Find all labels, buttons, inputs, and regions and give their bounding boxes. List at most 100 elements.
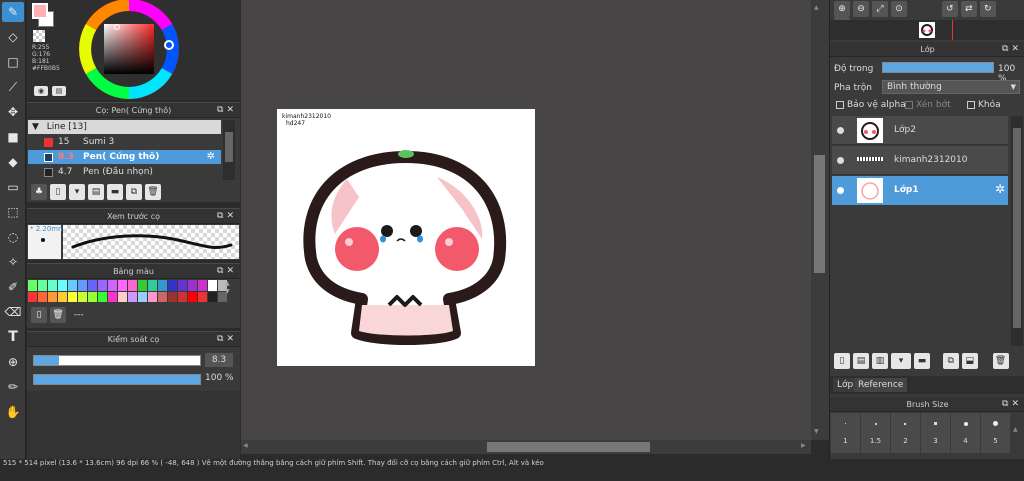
horizontal-scroll-thumb[interactable] — [487, 442, 650, 452]
new-layer-icon[interactable]: ▯ — [834, 353, 850, 369]
palette-swatch[interactable] — [88, 291, 97, 302]
palette-swatch[interactable] — [148, 291, 157, 302]
scroll-left-icon[interactable]: ◀ — [243, 442, 248, 449]
gear-icon[interactable]: ✲ — [207, 150, 215, 164]
palette-swatch[interactable] — [188, 280, 197, 291]
scroll-right-icon[interactable]: ▶ — [801, 442, 806, 449]
palette-swatch[interactable] — [88, 280, 97, 291]
palette-delete-icon[interactable]: 🗑 — [50, 307, 66, 323]
brush-item-selected[interactable]: 8.3 Pen( Cứng thô) ✲ — [28, 150, 221, 164]
rect-tool-icon[interactable]: □ — [2, 52, 24, 72]
brush-item[interactable]: 15 Sumi 3 — [28, 135, 221, 149]
lock-option[interactable]: Khóa — [967, 100, 1001, 110]
palette-swatch[interactable] — [68, 291, 77, 302]
brush-menu-icon[interactable]: ▾ — [69, 184, 85, 200]
palette-swatch[interactable] — [38, 291, 47, 302]
layer-row-selected[interactable]: Lớp1 ✲ — [832, 176, 1008, 205]
palette-swatch[interactable] — [138, 280, 147, 291]
move-tool-icon[interactable]: ✥ — [2, 102, 24, 122]
lock-checkbox[interactable] — [967, 101, 975, 109]
palette-swatch[interactable] — [48, 280, 57, 291]
duplicate-layer-icon[interactable]: ⧉ — [942, 353, 959, 369]
layer-menu-icon[interactable]: ▾ — [891, 353, 911, 369]
zoom-in-icon[interactable]: ⊕ — [834, 1, 850, 17]
new-layer-8bit-icon[interactable]: ▤ — [853, 353, 869, 369]
brush-dup-icon[interactable]: ⧉ — [126, 184, 142, 200]
brush-size-cell[interactable]: 1 — [831, 413, 860, 453]
canvas-page[interactable]: kimanh2312010 hd247 — [277, 109, 535, 366]
palette-swatch[interactable] — [168, 291, 177, 302]
line-tool-icon[interactable]: ⟋ — [2, 77, 24, 97]
protect-alpha-option[interactable]: Bảo vệ alpha — [836, 100, 906, 110]
brush-group-row[interactable]: ▼ Line [13] — [28, 120, 221, 134]
color-sliders-button[interactable]: ▤ — [52, 86, 66, 96]
fit-icon[interactable]: ⤢ — [872, 1, 888, 17]
color-wheel[interactable] — [77, 0, 181, 101]
brush-copy-icon[interactable]: ▤ — [88, 184, 104, 200]
palette-swatch[interactable] — [158, 291, 167, 302]
palette-swatch[interactable] — [128, 291, 137, 302]
scroll-up-icon[interactable]: ▲ — [814, 4, 819, 11]
merge-layer-icon[interactable]: ⬓ — [961, 353, 978, 369]
vertical-scroll-thumb[interactable] — [814, 155, 825, 273]
divide-tool-icon[interactable]: ⊕ — [2, 352, 24, 372]
new-layer-1bit-icon[interactable]: ▥ — [872, 353, 888, 369]
select-eraser-tool-icon[interactable]: ⌫ — [2, 302, 24, 322]
palette-swatch[interactable] — [58, 291, 67, 302]
visibility-icon[interactable] — [837, 157, 844, 164]
palette-swatch[interactable] — [48, 291, 57, 302]
palette-swatch[interactable] — [118, 291, 127, 302]
palette-scroll-arrows[interactable]: ▲ ▼ — [225, 280, 235, 302]
palette-swatch[interactable] — [58, 280, 67, 291]
palette-swatch[interactable] — [28, 280, 37, 291]
brush-size-cell[interactable]: 4 — [951, 413, 980, 453]
clipping-checkbox[interactable] — [905, 101, 913, 109]
zoom-out-icon[interactable]: ⊖ — [853, 1, 869, 17]
palette-swatch[interactable] — [208, 280, 217, 291]
flip-icon[interactable]: ⇄ — [960, 1, 977, 17]
palette-swatch[interactable] — [108, 280, 117, 291]
brush-size-scroll[interactable]: ▲▼ — [1013, 413, 1023, 467]
brush-size-value[interactable]: 8.3 — [205, 353, 233, 367]
palette-swatch[interactable] — [98, 280, 107, 291]
palette-swatch[interactable] — [198, 280, 207, 291]
visibility-icon[interactable] — [837, 187, 844, 194]
palette-swatch[interactable] — [138, 291, 147, 302]
canvas-horizontal-scrollbar[interactable]: ◀ ▶ — [241, 440, 811, 454]
gear-icon[interactable]: ✲ — [995, 182, 1005, 196]
select-pen-tool-icon[interactable]: ✐ — [2, 277, 24, 297]
eyedropper-tool-icon[interactable]: ✏ — [2, 377, 24, 397]
scroll-thumb[interactable] — [1013, 128, 1021, 328]
palette-swatch[interactable] — [118, 280, 127, 291]
palette-new-icon[interactable]: ▯ — [31, 307, 47, 323]
palette-swatch[interactable] — [168, 280, 177, 291]
brush-add-icon[interactable]: ♣ — [31, 184, 47, 200]
visibility-icon[interactable] — [837, 127, 844, 134]
palette-swatch[interactable] — [108, 291, 117, 302]
palette-swatch[interactable] — [198, 291, 207, 302]
select-tool-icon[interactable]: ⬚ — [2, 202, 24, 222]
magic-wand-tool-icon[interactable]: ✧ — [2, 252, 24, 272]
palette-swatch[interactable] — [128, 280, 137, 291]
navigator-preview[interactable] — [830, 20, 1024, 40]
canvas-area[interactable]: kimanh2312010 hd247 — [241, 0, 811, 440]
brush-item[interactable]: 4.7 Pen (Đầu nhọn) — [28, 165, 221, 179]
protect-alpha-checkbox[interactable] — [836, 101, 844, 109]
brush-size-slider[interactable] — [33, 355, 201, 366]
scroll-down-icon[interactable]: ▼ — [814, 428, 819, 435]
pen-tool-icon[interactable]: ✎ — [2, 2, 24, 22]
brush-size-cell[interactable]: 3 — [921, 413, 950, 453]
tab-reference[interactable]: Reference — [854, 378, 908, 392]
zoom-reset-icon[interactable]: ⊙ — [891, 1, 907, 17]
brush-list-scrollbar[interactable] — [223, 120, 235, 180]
layers-scrollbar[interactable] — [1011, 116, 1023, 346]
palette-swatch[interactable] — [68, 280, 77, 291]
fill-rect-tool-icon[interactable]: ■ — [2, 127, 24, 147]
color-mode-button[interactable]: ◉ — [34, 86, 48, 96]
scroll-thumb[interactable] — [225, 132, 233, 162]
delete-layer-icon[interactable]: 🗑 — [992, 353, 1009, 369]
text-tool-icon[interactable]: T — [2, 327, 24, 347]
palette-swatch[interactable] — [98, 291, 107, 302]
palette-swatch[interactable] — [78, 291, 87, 302]
brush-delete-icon[interactable]: 🗑 — [145, 184, 161, 200]
